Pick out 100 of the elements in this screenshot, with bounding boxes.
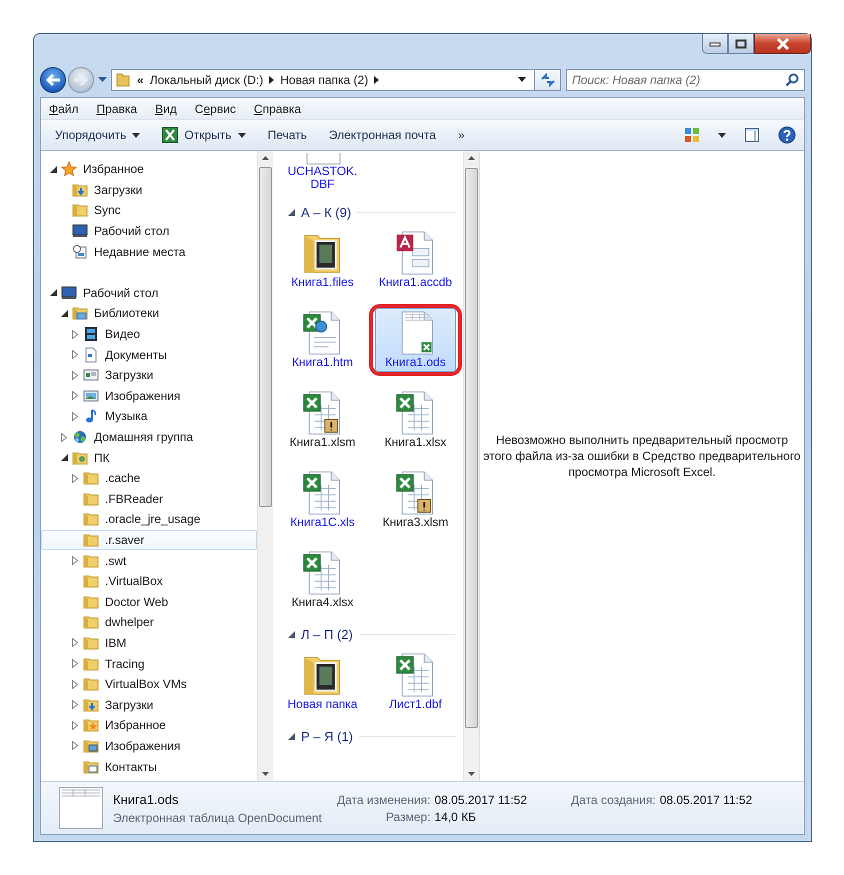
download-folder-icon xyxy=(83,696,99,713)
file-item[interactable]: Книга3.xlsm xyxy=(375,468,456,532)
collapse-arrow-icon[interactable] xyxy=(60,310,68,317)
navigation-item[interactable]: Загрузки xyxy=(41,694,257,716)
expand-arrow-icon[interactable] xyxy=(72,700,78,710)
group-header[interactable]: Л – П (2) xyxy=(276,624,463,644)
navigation-item[interactable]: Недавние места xyxy=(41,241,257,262)
menu-item[interactable]: Файл xyxy=(47,102,81,116)
menu-item[interactable]: Справка xyxy=(252,102,304,116)
collapse-arrow-icon[interactable] xyxy=(50,289,56,296)
collapse-arrow-icon[interactable] xyxy=(60,454,68,462)
group-header[interactable]: Р – Я (1) xyxy=(276,726,463,746)
navigation-item[interactable]: Рабочий стол xyxy=(41,220,257,242)
minimize-button[interactable] xyxy=(702,34,728,54)
file-item[interactable]: Книга1.xlsx xyxy=(375,388,456,452)
folder-icon xyxy=(83,676,99,692)
maximize-button[interactable] xyxy=(728,34,754,54)
expand-arrow-icon[interactable] xyxy=(72,659,78,668)
back-button[interactable] xyxy=(40,66,66,92)
navigation-item[interactable]: Избранное xyxy=(41,159,257,180)
view-options-icon[interactable] xyxy=(684,127,700,143)
toolbar-button[interactable]: » xyxy=(450,125,473,145)
file-item[interactable]: Книга1.xlsm xyxy=(282,388,363,452)
navigation-item[interactable]: VirtualBox VMs xyxy=(41,674,257,694)
navigation-item[interactable]: dwhelper xyxy=(41,612,257,633)
navigation-item[interactable]: ПК xyxy=(41,447,257,468)
file-item[interactable]: Новая папка xyxy=(282,650,363,714)
preview-pane-icon[interactable] xyxy=(744,127,760,143)
expand-arrow-icon[interactable] xyxy=(72,638,78,648)
group-header[interactable]: А – К (9) xyxy=(276,202,463,222)
monitor-icon xyxy=(61,284,77,301)
scroll-up-icon[interactable] xyxy=(468,156,475,160)
refresh-button[interactable] xyxy=(535,68,561,90)
navigation-item[interactable]: .oracle_jre_usage xyxy=(41,509,257,530)
menu-item[interactable]: Вид xyxy=(153,102,179,116)
navigation-item[interactable]: .cache xyxy=(41,468,257,488)
expand-arrow-icon[interactable] xyxy=(72,350,78,360)
expand-arrow-icon[interactable] xyxy=(72,412,78,421)
expand-arrow-icon[interactable] xyxy=(72,680,78,689)
navigation-item[interactable]: Документы xyxy=(41,344,257,365)
file-item[interactable]: Книга1C.xls xyxy=(282,468,363,532)
back-arrow-icon xyxy=(45,72,61,86)
expand-arrow-icon[interactable] xyxy=(72,370,78,380)
breadcrumb-arrow-icon[interactable] xyxy=(269,76,274,84)
breadcrumb[interactable]: Локальный диск (D:) xyxy=(150,72,264,86)
address-field[interactable]: « Локальный диск (D:) Новая папка (2) xyxy=(111,68,535,90)
navigation-item[interactable]: Изображения xyxy=(41,736,257,756)
navigation-item[interactable]: Sync xyxy=(41,200,257,221)
expand-arrow-icon[interactable] xyxy=(72,330,78,339)
file-item[interactable]: Лист1.dbf xyxy=(375,650,456,714)
file-item[interactable]: Книга1.ods xyxy=(375,308,456,372)
file-item[interactable]: Книга4.xlsx xyxy=(282,548,363,612)
menu-item[interactable]: Сервис xyxy=(192,102,238,116)
scroll-up-icon[interactable] xyxy=(262,156,269,160)
navigation-item[interactable]: Библиотеки xyxy=(41,303,257,324)
scrollbar[interactable] xyxy=(463,151,479,781)
breadcrumb[interactable]: Новая папка (2) xyxy=(280,72,368,86)
maximize-icon xyxy=(735,38,747,48)
navigation-item[interactable]: Домашняя группа xyxy=(41,426,257,448)
close-button[interactable] xyxy=(754,34,811,54)
navigation-item[interactable]: .swt xyxy=(41,550,257,571)
toolbar-button[interactable]: Электронная почта xyxy=(320,125,444,145)
navigation-item[interactable]: .FBReader xyxy=(41,488,257,510)
scrollbar[interactable] xyxy=(257,151,273,781)
expand-arrow-icon[interactable] xyxy=(72,556,78,566)
expand-arrow-icon[interactable] xyxy=(72,741,78,750)
caret-icon[interactable] xyxy=(718,132,726,138)
breadcrumb-arrow-icon[interactable] xyxy=(374,76,380,84)
navigation-item[interactable]: Загрузки xyxy=(41,180,257,200)
navigation-item[interactable]: Избранное xyxy=(41,715,257,736)
navigation-item[interactable]: IBM xyxy=(41,632,257,654)
navigation-item[interactable]: Видео xyxy=(41,324,257,344)
file-item[interactable]: Книга1.files xyxy=(282,228,363,292)
scroll-down-icon[interactable] xyxy=(262,772,269,776)
navigation-item[interactable]: Doctor Web xyxy=(41,591,257,612)
navigation-item[interactable]: .r.saver xyxy=(41,530,257,550)
toolbar-button[interactable]: Упорядочить xyxy=(47,125,148,145)
help-icon[interactable] xyxy=(778,126,796,144)
navigation-item[interactable]: .VirtualBox xyxy=(41,570,257,592)
expand-arrow-icon[interactable] xyxy=(61,432,67,442)
file-item[interactable]: UCHASTOK.DBF xyxy=(276,151,369,194)
navigation-item[interactable]: Музыка xyxy=(41,406,257,427)
navigation-item[interactable]: Загрузки xyxy=(41,364,257,386)
expand-arrow-icon[interactable] xyxy=(72,720,78,730)
navigation-item[interactable]: Tracing xyxy=(41,653,257,674)
expand-arrow-icon[interactable] xyxy=(72,474,78,483)
menu-item[interactable]: Правка xyxy=(94,102,140,116)
dropdown-caret-icon[interactable] xyxy=(518,77,526,82)
collapse-arrow-icon[interactable] xyxy=(50,166,56,173)
file-item[interactable]: Книга1.htm xyxy=(282,308,363,372)
breadcrumb-overflow[interactable]: « xyxy=(137,72,144,86)
file-item[interactable]: Книга1.accdb xyxy=(375,228,456,292)
expand-arrow-icon[interactable] xyxy=(72,391,78,400)
navigation-item[interactable]: Рабочий стол xyxy=(41,282,257,304)
toolbar-button[interactable]: Печать xyxy=(260,125,315,145)
search-field[interactable]: Поиск: Новая папка (2) xyxy=(566,68,805,90)
navigation-item[interactable]: Контакты xyxy=(41,756,257,777)
toolbar-button[interactable]: Открыть xyxy=(154,124,254,146)
scroll-down-icon[interactable] xyxy=(468,772,475,776)
navigation-item[interactable]: Изображения xyxy=(41,386,257,406)
